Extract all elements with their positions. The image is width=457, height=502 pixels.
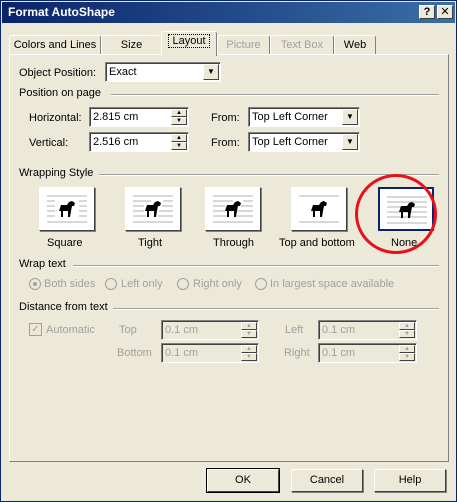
title-bar[interactable]: Format AutoShape ? ✕ [2,2,455,23]
wrap-square-icon [47,195,87,223]
automatic-checkbox: ✓ [29,323,42,336]
format-autoshape-dialog: Format AutoShape ? ✕ Colors and Lines Si… [0,0,457,502]
chevron-down-icon[interactable]: ▼ [342,134,358,150]
wrapping-style-heading: Wrapping Style [19,167,94,179]
both-sides-label: Both sides [44,278,96,290]
ok-button[interactable]: OK [206,468,280,493]
spin-down-icon[interactable]: ▼ [171,117,187,125]
spin-down-icon: ▼ [241,353,257,361]
close-button[interactable]: ✕ [437,5,453,19]
radio-largest-space [255,278,267,290]
tab-text-box: Text Box [270,35,334,55]
spin-down-icon[interactable]: ▼ [171,142,187,150]
radio-both-sides [29,278,41,290]
radio-right-only [177,278,189,290]
chevron-down-icon[interactable]: ▼ [342,109,358,125]
top-label: Top [119,324,137,336]
wrap-tight-button[interactable] [125,187,181,231]
spin-down-icon: ▼ [399,330,415,338]
spin-up-icon[interactable]: ▲ [171,109,187,117]
cancel-button[interactable]: Cancel [291,469,363,492]
spin-down-icon: ▼ [399,353,415,361]
wrap-square-button[interactable] [39,187,95,231]
tab-picture: Picture [217,35,270,55]
wrap-none-label: None [391,237,418,249]
spin-up-icon: ▲ [241,322,257,330]
left-only-label: Left only [121,278,163,290]
spin-down-icon: ▼ [241,330,257,338]
horizontal-from-label: From: [211,112,240,124]
wrap-through-icon [213,195,253,223]
vertical-from-label: From: [211,137,240,149]
wrap-top-and-bottom-icon [299,195,339,223]
tab-layout[interactable]: Layout [161,31,217,56]
tab-web[interactable]: Web [334,35,376,55]
horizontal-stepper[interactable]: 2.815 cm ▲ ▼ [89,107,189,127]
divider [111,94,439,96]
right-label: Right [284,347,310,359]
divider [113,308,439,310]
wrap-top-and-bottom-label: Top and bottom [279,237,355,249]
spin-up-icon: ▲ [399,345,415,353]
wrap-tight-label: Tight [138,237,163,249]
spin-up-icon[interactable]: ▲ [171,134,187,142]
divider [73,265,439,267]
left-label: Left [285,324,304,336]
wrap-none-button[interactable] [378,187,434,231]
wrap-tight-icon [133,195,173,223]
position-on-page-heading: Position on page [19,87,101,99]
wrap-square-label: Square [47,237,83,249]
tab-size[interactable]: Size [101,35,162,55]
right-distance-stepper: 0.1 cm ▲ ▼ [318,343,417,363]
bottom-distance-stepper: 0.1 cm ▲ ▼ [161,343,259,363]
distance-from-text-heading: Distance from text [19,301,108,313]
wrap-text-heading: Wrap text [19,258,66,270]
tab-strip: Colors and Lines Size Layout Picture Tex… [9,31,449,56]
chevron-down-icon[interactable]: ▼ [203,64,219,80]
spin-up-icon: ▲ [241,345,257,353]
dialog-title: Format AutoShape [8,5,115,19]
largest-space-label: In largest space available [270,278,395,290]
wrap-none-icon [387,196,427,224]
wrap-through-button[interactable] [205,187,261,231]
left-distance-stepper: 0.1 cm ▲ ▼ [318,320,417,340]
wrap-through-label: Through [213,237,254,249]
vertical-stepper[interactable]: 2.516 cm ▲ ▼ [89,132,189,152]
automatic-label: Automatic [46,324,95,336]
divider [99,174,439,176]
bottom-label: Bottom [117,347,152,359]
horizontal-label: Horizontal: [29,112,82,124]
vertical-from-select[interactable]: Top Left Corner ▼ [248,132,360,152]
radio-left-only [105,278,117,290]
object-position-select[interactable]: Exact ▼ [105,62,221,82]
object-position-label: Object Position: [19,67,97,79]
wrap-top-and-bottom-button[interactable] [291,187,347,231]
horizontal-from-select[interactable]: Top Left Corner ▼ [248,107,360,127]
spin-up-icon: ▲ [399,322,415,330]
top-distance-stepper: 0.1 cm ▲ ▼ [161,320,259,340]
help-titlebar-button[interactable]: ? [419,5,435,19]
vertical-label: Vertical: [29,137,69,149]
help-button[interactable]: Help [374,469,446,492]
right-only-label: Right only [193,278,242,290]
tab-colors-and-lines[interactable]: Colors and Lines [9,35,101,55]
